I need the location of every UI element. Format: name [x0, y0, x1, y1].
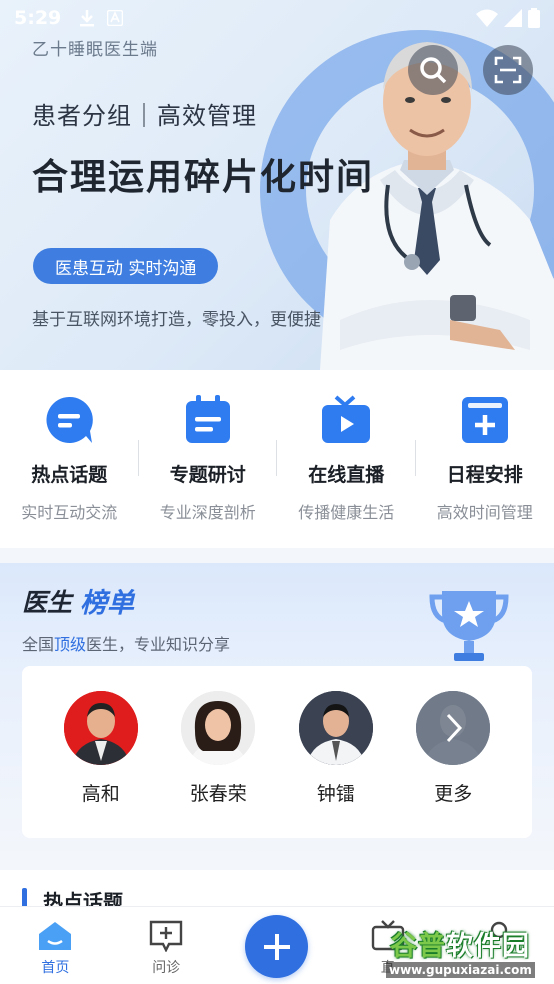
- quick-item-schedule[interactable]: 日程安排 高效时间管理: [416, 370, 554, 548]
- avatar: [181, 691, 256, 765]
- ranking-sub-highlight: 顶级: [54, 635, 87, 654]
- doctor-item[interactable]: 高和: [56, 666, 146, 838]
- doctor-name: 高和: [81, 783, 120, 805]
- quick-subtitle: 实时互动交流: [21, 503, 118, 522]
- chat-bubble-icon: [43, 394, 95, 446]
- app-brand: 乙十睡眠医生端: [32, 40, 158, 60]
- banner-description: 基于互联网环境打造，零投入，更便捷: [32, 310, 321, 330]
- search-button[interactable]: [408, 45, 458, 95]
- avatar: [416, 691, 491, 765]
- watermark-part-a: 谷普: [390, 931, 446, 962]
- download-icon: [80, 10, 95, 27]
- quick-title: 在线直播: [308, 464, 385, 486]
- plus-icon: [263, 933, 290, 960]
- add-button[interactable]: [245, 915, 308, 978]
- ranking-sub-b: 医生，专业知识分享: [86, 635, 231, 654]
- wifi-icon: [476, 9, 498, 27]
- doctor-name: 更多: [434, 783, 473, 805]
- ranking-title-a: 医生: [22, 588, 73, 617]
- quick-subtitle: 传播健康生活: [298, 503, 395, 522]
- ranking-title-b: 榜单: [80, 588, 134, 619]
- notepad-icon: [182, 394, 234, 446]
- watermark-part-b: 软件园: [446, 931, 530, 962]
- quick-subtitle: 专业深度剖析: [159, 503, 256, 522]
- status-time: 5:29: [14, 7, 62, 29]
- ranking-sub-a: 全国: [22, 635, 55, 654]
- home-icon: [37, 919, 73, 953]
- doctor-name: 张春荣: [189, 783, 247, 805]
- quick-title: 日程安排: [446, 464, 523, 486]
- banner-pill: 医患互动 实时沟通: [33, 248, 219, 284]
- notification-a-icon: [107, 10, 124, 26]
- doctor-list-card: 高和 张春荣 钟镭 更多: [22, 666, 532, 838]
- tv-play-icon: [320, 394, 372, 446]
- watermark-url: www.gupuxiazai.com: [386, 962, 535, 978]
- quick-subtitle: 高效时间管理: [436, 503, 533, 522]
- calendar-add-icon: [459, 394, 511, 446]
- scan-icon: [494, 56, 522, 84]
- more-doctors-button[interactable]: 更多: [408, 666, 498, 838]
- trophy-icon: [429, 591, 509, 661]
- tab-home[interactable]: 首页: [0, 907, 111, 984]
- watermark-text: 谷普软件园: [390, 924, 530, 963]
- quick-title: 热点话题: [31, 464, 108, 486]
- tab-consult[interactable]: 问诊: [111, 907, 222, 984]
- signal-icon: [504, 9, 522, 27]
- quick-title: 专题研讨: [169, 464, 246, 486]
- banner-headline: 合理运用碎片化时间: [32, 157, 375, 198]
- avatar: [298, 691, 373, 765]
- doctor-item[interactable]: 钟镭: [291, 666, 381, 838]
- section-accent-bar: [22, 888, 27, 908]
- doctor-name: 钟镭: [316, 783, 355, 805]
- hot-topics-header: 热点话题: [0, 870, 554, 914]
- doctor-item[interactable]: 张春荣: [173, 666, 263, 838]
- hero-banner[interactable]: 乙十睡眠医生端 患者分组｜高效管理 合理运用碎片化时间 医患互动 实时沟通 基于…: [0, 0, 554, 370]
- status-bar: 5:29: [0, 0, 554, 36]
- ranking-subtitle: 全国顶级医生，专业知识分享: [22, 631, 230, 655]
- search-icon: [420, 57, 447, 84]
- watermark-logo: 谷普软件园 www.gupuxiazai.com: [386, 924, 554, 984]
- battery-icon: [528, 8, 540, 28]
- tab-label: 问诊: [152, 960, 181, 976]
- scan-button[interactable]: [483, 45, 533, 95]
- quick-item-hot-topics[interactable]: 热点话题 实时互动交流: [0, 370, 139, 548]
- quick-item-live[interactable]: 在线直播 传播健康生活: [277, 370, 416, 548]
- quick-menu: 热点话题 实时互动交流 专题研讨 专业深度剖析 在线直播 传播健康生活 日程安排…: [0, 370, 554, 548]
- consult-icon: [148, 919, 184, 953]
- doctor-ranking-section: 医生 榜单 全国顶级医生，专业知识分享 高和 张春荣 钟镭 更多: [0, 563, 554, 857]
- quick-item-seminar[interactable]: 专题研讨 专业深度剖析: [139, 370, 277, 548]
- tab-label: 首页: [41, 960, 70, 976]
- avatar: [63, 691, 138, 765]
- banner-subtitle: 患者分组｜高效管理: [32, 102, 257, 130]
